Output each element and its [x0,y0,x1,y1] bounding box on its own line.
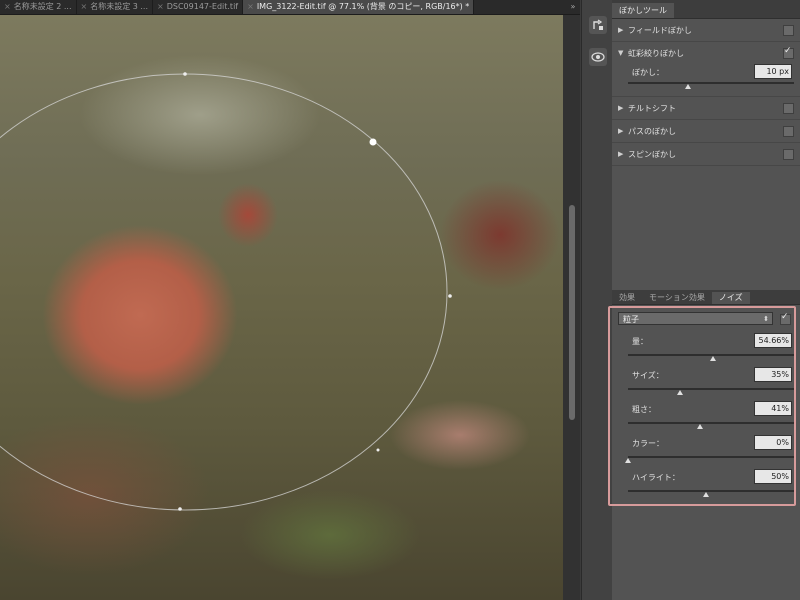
param-label: 量： [632,337,648,346]
tab-blur-tools[interactable]: ぼかしツール [612,3,674,18]
blur-enable-checkbox[interactable] [783,24,794,36]
slider-thumb[interactable] [703,492,709,497]
iris-blur-overlay[interactable] [0,15,563,600]
blur-enable-checkbox[interactable] [783,125,794,137]
canvas-scrollbar-thumb[interactable] [569,205,575,420]
expanded-triangle-icon[interactable]: ▼ [618,49,628,57]
tab-close-icon[interactable]: × [247,0,254,14]
blur-amount-input[interactable]: 10 px [754,64,792,79]
image-canvas[interactable] [0,15,563,600]
iris-blur-ellipse[interactable] [0,73,448,511]
history-brush-icon[interactable] [589,16,607,34]
param-value-input[interactable]: 54.66% [754,333,792,348]
slider-track[interactable] [628,82,794,84]
iris-edge-handle-bottom[interactable] [178,507,182,511]
blur-tools-tabbar: ぼかしツール [612,0,800,19]
param-label: ぼかし： [632,68,664,77]
iris-rotate-handle[interactable] [369,138,377,146]
tab-label: DSC09147-Edit.tif [166,2,239,11]
tab-label: 名称未設定 2 ... [13,2,72,11]
tab-label: 名称未設定 3 ... [90,2,149,11]
noise-param-size: サイズ： 35% [612,367,800,401]
blur-item-label: 虹彩絞りぼかし [628,48,684,58]
slider-thumb[interactable] [697,424,703,429]
iris-blur-amount: ぼかし： 10 px [612,64,800,97]
slider-thumb[interactable] [710,356,716,361]
blur-item-label: フィールドぼかし [628,25,692,35]
tab-motion-effects[interactable]: モーション効果 [642,292,712,304]
param-value-input[interactable]: 0% [754,435,792,450]
document-tab-bar: × 名称未設定 2 ... × 名称未設定 3 ... × DSC09147-Edit… [0,0,580,15]
slider-thumb[interactable] [677,390,683,395]
blur-enable-checkbox[interactable] [783,46,794,59]
blur-item-path[interactable]: ▶ パスのぼかし [612,120,800,143]
slider-track[interactable] [628,456,794,458]
param-value-input[interactable]: 41% [754,401,792,416]
effects-tabbar: 効果 モーション効果 ノイズ [612,290,800,305]
noise-param-color: カラー： 0% [612,435,800,469]
tab-close-icon[interactable]: × [4,0,11,14]
blur-item-label: スピンぼかし [628,149,676,159]
doc-tab-3[interactable]: × DSC09147-Edit.tif [153,0,244,14]
collapsed-triangle-icon[interactable]: ▶ [618,127,628,135]
blur-item-spin[interactable]: ▶ スピンぼかし [612,143,800,166]
param-label: サイズ： [632,371,664,380]
panel-icon-strip [581,0,613,600]
doc-tab-active[interactable]: × IMG_3122-Edit.tif @ 77.1% (背景 のコピー, RGB… [243,0,475,14]
slider-thumb[interactable] [625,458,631,463]
param-label: ハイライト： [632,473,680,482]
slider-track[interactable] [628,490,794,492]
tab-close-icon[interactable]: × [81,0,88,14]
blur-enable-checkbox[interactable] [783,102,794,114]
blur-gallery-icon[interactable] [589,48,607,66]
collapsed-triangle-icon[interactable]: ▶ [618,26,628,34]
iris-feather-handle[interactable] [376,448,380,452]
param-label: 粗さ： [632,405,656,414]
effects-panel: 効果 モーション効果 ノイズ 粒子 ⬍ 量： 54.66% サイズ： 35% 粗… [612,290,800,600]
iris-edge-handle-right[interactable] [448,294,452,298]
param-value-input[interactable]: 50% [754,469,792,484]
noise-type-row: 粒子 ⬍ [612,305,800,333]
noise-param-highlight: ハイライト： 50% [612,469,800,503]
collapsed-triangle-icon[interactable]: ▶ [618,150,628,158]
blur-item-label: パスのぼかし [628,126,676,136]
slider-track[interactable] [628,422,794,424]
tab-close-icon[interactable]: × [157,0,164,14]
tab-label: IMG_3122-Edit.tif @ 77.1% (背景 のコピー, RGB/… [256,2,470,11]
blur-item-field[interactable]: ▶ フィールドぼかし [612,19,800,42]
tab-effects[interactable]: 効果 [612,292,642,304]
noise-enable-checkbox[interactable] [780,312,791,325]
slider-track[interactable] [628,388,794,390]
doc-tab-2[interactable]: × 名称未設定 3 ... [77,0,154,14]
collapsed-triangle-icon[interactable]: ▶ [618,104,628,112]
noise-type-value: 粒子 [623,315,639,324]
tab-noise[interactable]: ノイズ [711,292,750,304]
param-label: カラー： [632,439,664,448]
noise-param-roughness: 粗さ： 41% [612,401,800,435]
noise-type-select[interactable]: 粒子 ⬍ [618,312,773,325]
blur-item-tiltshift[interactable]: ▶ チルトシフト [612,97,800,120]
blur-item-label: チルトシフト [628,103,676,113]
blur-properties-panel: ぼかしツール ▶ フィールドぼかし ▼ 虹彩絞りぼかし ぼかし： 10 px ▶… [612,0,800,600]
iris-edge-handle-top[interactable] [183,72,187,76]
noise-param-amount: 量： 54.66% [612,333,800,367]
slider-thumb[interactable] [685,84,691,89]
doc-tab-1[interactable]: × 名称未設定 2 ... [0,0,77,14]
param-value-input[interactable]: 35% [754,367,792,382]
blur-item-iris[interactable]: ▼ 虹彩絞りぼかし [612,42,800,64]
dropdown-arrow-icon: ⬍ [763,315,769,323]
tab-overflow-icon[interactable]: » [566,0,580,14]
blur-enable-checkbox[interactable] [783,148,794,160]
